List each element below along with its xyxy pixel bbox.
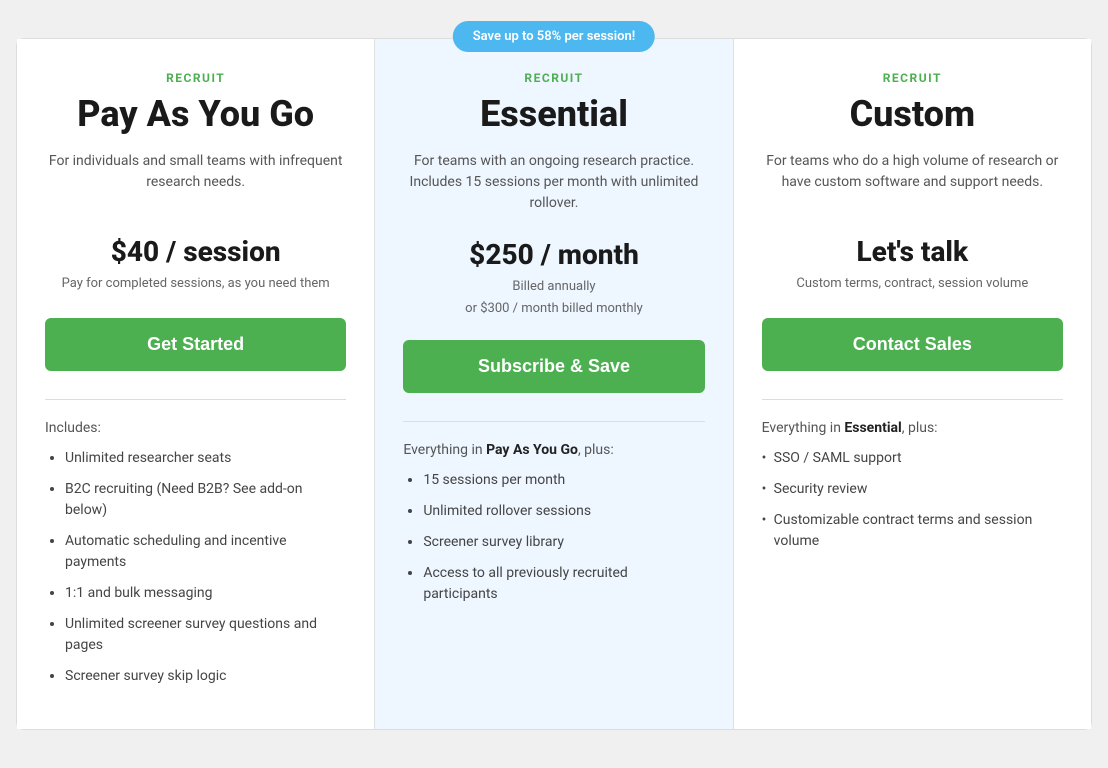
plan-price-3: Let's talk (762, 235, 1063, 268)
plan-pay-as-you-go: RECRUIT Pay As You Go For individuals an… (17, 39, 375, 729)
pricing-container: RECRUIT Pay As You Go For individuals an… (16, 38, 1092, 730)
get-started-button[interactable]: Get Started (45, 318, 346, 371)
feature-2-3: Screener survey library (423, 532, 704, 553)
includes-label-1: Includes: (45, 420, 346, 436)
includes-bold-2: Pay As You Go (486, 442, 578, 458)
feature-2-4: Access to all previously recruited parti… (423, 563, 704, 605)
feature-3-1: SSO / SAML support (762, 448, 1063, 469)
plan-description-2: For teams with an ongoing research pract… (403, 151, 704, 214)
plan-price-1: $40 / session (45, 235, 346, 268)
plan-name-1: Pay As You Go (45, 93, 346, 135)
plan-label-2: RECRUIT (403, 71, 704, 85)
plan-description-3: For teams who do a high volume of resear… (762, 151, 1063, 211)
plan-price-note-3: Custom terms, contract, session volume (762, 274, 1063, 294)
feature-3-3: Customizable contract terms and session … (762, 510, 1063, 552)
feature-list-2: 15 sessions per month Unlimited rollover… (403, 470, 704, 605)
includes-label-2: Everything in Pay As You Go, plus: (403, 442, 704, 458)
feature-2-2: Unlimited rollover sessions (423, 501, 704, 522)
feature-2-1: 15 sessions per month (423, 470, 704, 491)
plan-price-note-1: Pay for completed sessions, as you need … (45, 274, 346, 294)
plan-price-note-2: Billed annually (403, 277, 704, 297)
plan-label-3: RECRUIT (762, 71, 1063, 85)
feature-1-4: 1:1 and bulk messaging (65, 583, 346, 604)
feature-1-3: Automatic scheduling and incentive payme… (65, 531, 346, 573)
feature-1-2: B2C recruiting (Need B2B? See add-on bel… (65, 479, 346, 521)
plan-name-2: Essential (403, 93, 704, 135)
feature-list-3: SSO / SAML support Security review Custo… (762, 448, 1063, 552)
feature-1-1: Unlimited researcher seats (65, 448, 346, 469)
subscribe-save-button[interactable]: Subscribe & Save (403, 340, 704, 393)
feature-1-5: Unlimited screener survey questions and … (65, 614, 346, 656)
plan-price-2: $250 / month (403, 238, 704, 271)
plan-label-1: RECRUIT (45, 71, 346, 85)
plan-description-1: For individuals and small teams with inf… (45, 151, 346, 211)
save-badge: Save up to 58% per session! (453, 21, 656, 52)
plan-essential: Save up to 58% per session! RECRUIT Esse… (375, 39, 733, 729)
plan-price-sub-2: or $300 / month billed monthly (403, 301, 704, 316)
feature-1-6: Screener survey skip logic (65, 666, 346, 687)
feature-3-2: Security review (762, 479, 1063, 500)
includes-label-3: Everything in Essential, plus: (762, 420, 1063, 436)
plan-custom: RECRUIT Custom For teams who do a high v… (734, 39, 1091, 729)
plan-name-3: Custom (762, 93, 1063, 135)
includes-bold-3: Essential (844, 420, 901, 436)
contact-sales-button[interactable]: Contact Sales (762, 318, 1063, 371)
feature-list-1: Unlimited researcher seats B2C recruitin… (45, 448, 346, 687)
